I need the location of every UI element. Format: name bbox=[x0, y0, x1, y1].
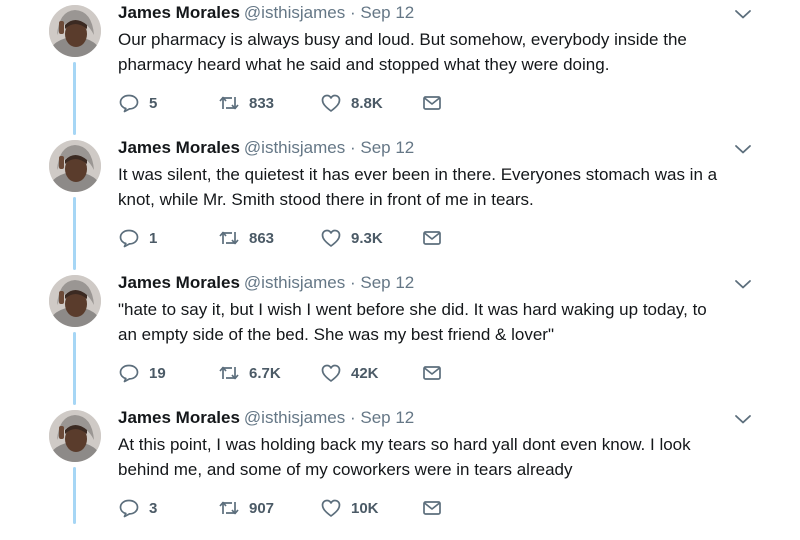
author-name[interactable]: James Morales bbox=[118, 3, 240, 22]
reply-button[interactable]: 1 bbox=[118, 228, 157, 248]
retweet-button[interactable]: 863 bbox=[218, 228, 274, 248]
retweet-button[interactable]: 833 bbox=[218, 93, 274, 113]
like-icon bbox=[321, 499, 341, 517]
retweet-count: 6.7K bbox=[249, 364, 281, 382]
retweet-button[interactable]: 6.7K bbox=[218, 363, 281, 383]
reply-icon bbox=[119, 94, 139, 113]
tweet[interactable]: James Morales @isthisjames · Sep 12 At th… bbox=[0, 405, 800, 540]
like-button[interactable]: 10K bbox=[320, 498, 379, 518]
retweet-button[interactable]: 907 bbox=[218, 498, 274, 518]
tweet-header: James Morales @isthisjames · Sep 12 bbox=[118, 3, 414, 23]
direct-message-icon bbox=[423, 366, 441, 380]
direct-message-button[interactable] bbox=[421, 498, 443, 518]
avatar[interactable] bbox=[49, 5, 101, 57]
author-handle-date[interactable]: @isthisjames · Sep 12 bbox=[244, 408, 414, 427]
tweet[interactable]: James Morales @isthisjames · Sep 12 It wa… bbox=[0, 135, 800, 270]
like-count: 10K bbox=[351, 499, 379, 517]
tweet-thread: James Morales @isthisjames · Sep 12 Our p… bbox=[0, 0, 800, 524]
author-handle-date[interactable]: @isthisjames · Sep 12 bbox=[244, 273, 414, 292]
reply-icon bbox=[119, 499, 139, 518]
author-handle-date[interactable]: @isthisjames · Sep 12 bbox=[244, 138, 414, 157]
author-name[interactable]: James Morales bbox=[118, 273, 240, 292]
author-name[interactable]: James Morales bbox=[118, 408, 240, 427]
like-count: 9.3K bbox=[351, 229, 383, 247]
tweet-text: It was silent, the quietest it has ever … bbox=[118, 165, 718, 209]
direct-message-icon bbox=[423, 96, 441, 110]
like-icon bbox=[321, 364, 341, 382]
author-name[interactable]: James Morales bbox=[118, 138, 240, 157]
retweet-count: 833 bbox=[249, 94, 275, 112]
reply-count: 5 bbox=[149, 94, 158, 112]
tweet-header: James Morales @isthisjames · Sep 12 bbox=[118, 408, 414, 428]
like-button[interactable]: 8.8K bbox=[320, 93, 383, 113]
tweet-text: "hate to say it, but I wish I went befor… bbox=[118, 300, 707, 344]
reply-button[interactable]: 3 bbox=[118, 498, 157, 518]
tweet-actions: 19 6.7K 42K bbox=[118, 363, 458, 383]
reply-icon bbox=[119, 364, 139, 383]
like-button[interactable]: 42K bbox=[320, 363, 379, 383]
reply-count: 1 bbox=[149, 229, 158, 247]
tweet-text: At this point, I was holding back my tea… bbox=[118, 435, 691, 479]
like-count: 42K bbox=[351, 364, 379, 382]
retweet-icon bbox=[219, 96, 239, 110]
retweet-count: 907 bbox=[249, 499, 275, 517]
retweet-icon bbox=[219, 231, 239, 245]
author-handle-date[interactable]: @isthisjames · Sep 12 bbox=[244, 3, 414, 22]
tweet-header: James Morales @isthisjames · Sep 12 bbox=[118, 273, 414, 293]
like-icon bbox=[321, 229, 341, 247]
avatar[interactable] bbox=[49, 275, 101, 327]
tweet-actions: 1 863 9.3K bbox=[118, 228, 458, 248]
direct-message-icon bbox=[423, 501, 441, 515]
tweet-text: Our pharmacy is always busy and loud. Bu… bbox=[118, 30, 687, 74]
direct-message-button[interactable] bbox=[421, 363, 443, 383]
tweet-actions: 5 833 8.8K bbox=[118, 93, 458, 113]
chevron-down-icon[interactable] bbox=[734, 8, 752, 20]
retweet-icon bbox=[219, 501, 239, 515]
tweet[interactable]: James Morales @isthisjames · Sep 12 "hate… bbox=[0, 270, 800, 405]
avatar[interactable] bbox=[49, 410, 101, 462]
avatar[interactable] bbox=[49, 140, 101, 192]
direct-message-button[interactable] bbox=[421, 93, 443, 113]
like-button[interactable]: 9.3K bbox=[320, 228, 383, 248]
tweet-actions: 3 907 10K bbox=[118, 498, 458, 518]
reply-icon bbox=[119, 229, 139, 248]
retweet-icon bbox=[219, 366, 239, 380]
direct-message-icon bbox=[423, 231, 441, 245]
reply-count: 3 bbox=[149, 499, 158, 517]
direct-message-button[interactable] bbox=[421, 228, 443, 248]
like-icon bbox=[321, 94, 341, 112]
tweet-header: James Morales @isthisjames · Sep 12 bbox=[118, 138, 414, 158]
reply-count: 19 bbox=[149, 364, 166, 382]
chevron-down-icon[interactable] bbox=[734, 143, 752, 155]
like-count: 8.8K bbox=[351, 94, 383, 112]
chevron-down-icon[interactable] bbox=[734, 413, 752, 425]
tweet[interactable]: James Morales @isthisjames · Sep 12 Our p… bbox=[0, 0, 800, 135]
reply-button[interactable]: 5 bbox=[118, 93, 157, 113]
chevron-down-icon[interactable] bbox=[734, 278, 752, 290]
reply-button[interactable]: 19 bbox=[118, 363, 166, 383]
retweet-count: 863 bbox=[249, 229, 275, 247]
